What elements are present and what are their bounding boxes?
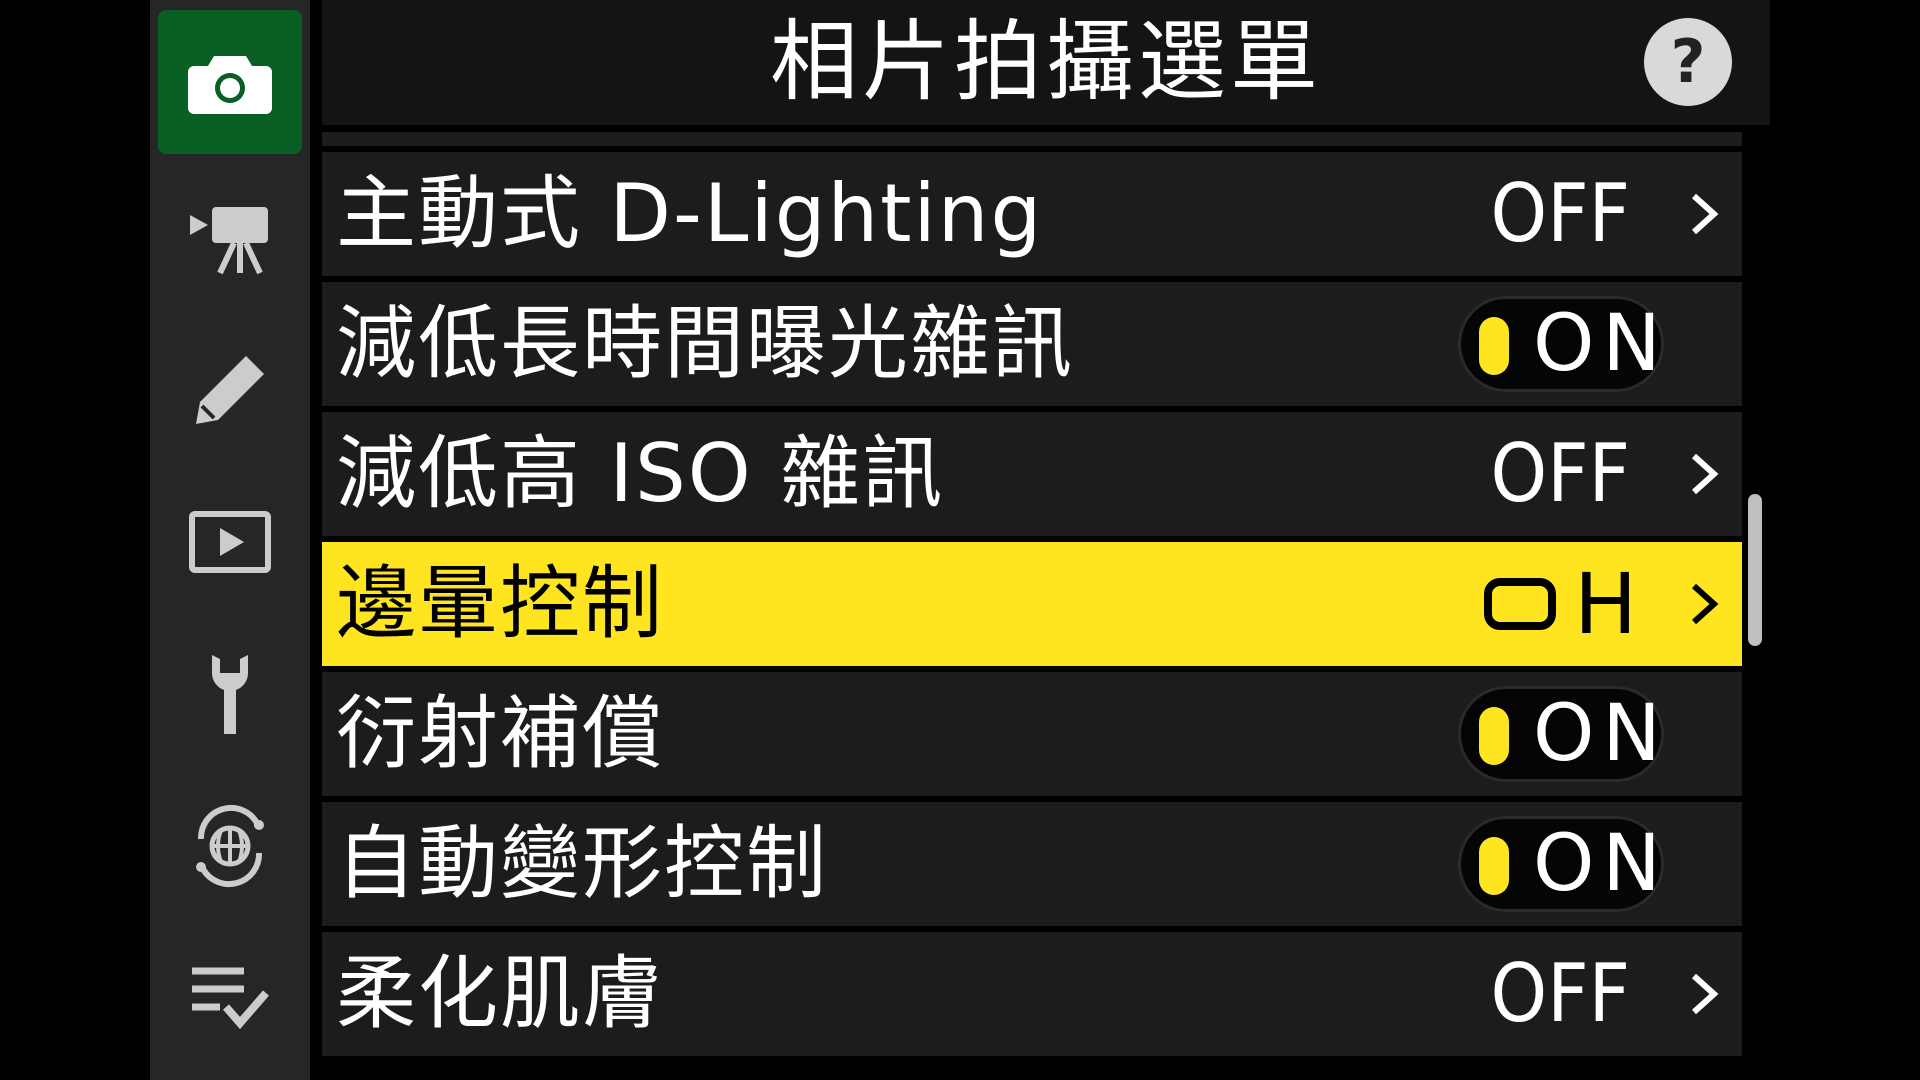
help-button[interactable]: ? xyxy=(1644,18,1732,106)
scrollbar[interactable] xyxy=(1748,494,1762,646)
menu-item-label: 衍射補償 xyxy=(336,687,664,780)
menu-item-label: 自動變形控制 xyxy=(336,817,828,910)
tab-my-menu[interactable] xyxy=(158,926,302,1070)
tab-movie-shooting[interactable] xyxy=(158,166,302,310)
camera-icon xyxy=(188,56,272,114)
menu-item-long-exposure-nr[interactable]: 減低長時間曝光雜訊 ON xyxy=(322,282,1742,406)
menu-item-high-iso-nr[interactable]: 減低高 ISO 雜訊 OFF xyxy=(322,412,1742,536)
menu-item-diffraction-compensation[interactable]: 衍射補償 ON xyxy=(322,672,1742,796)
tab-photo-shooting[interactable] xyxy=(158,10,302,154)
menu-item-vignette-control[interactable]: 邊暈控制 H xyxy=(322,542,1742,666)
toggle-value: ON xyxy=(1533,819,1669,909)
menu-header: 相片拍攝選單 ? xyxy=(322,0,1770,125)
chevron-right-icon xyxy=(1691,583,1719,625)
menu-item-label: 邊暈控制 xyxy=(336,557,664,650)
chevron-right-icon xyxy=(1691,453,1719,495)
camera-menu-screen: 相片拍攝選單 ? 主動式 D-Lighting OFF 減低長時間曝光雜訊 ON… xyxy=(0,0,1920,1080)
menu-item-label: 減低高 ISO 雜訊 xyxy=(336,427,945,520)
chevron-right-icon xyxy=(1691,973,1719,1015)
tab-setup[interactable] xyxy=(158,622,302,766)
toggle-switch[interactable]: ON xyxy=(1458,816,1664,912)
toggle-knob xyxy=(1479,837,1509,895)
menu-item-value: OFF xyxy=(1490,947,1630,1040)
menu-tab-rail xyxy=(150,0,310,1080)
menu-list: 主動式 D-Lighting OFF 減低長時間曝光雜訊 ON 減低高 ISO … xyxy=(322,132,1742,1080)
previous-row-edge xyxy=(322,132,1742,146)
toggle-knob xyxy=(1479,317,1509,375)
menu-item-label: 柔化肌膚 xyxy=(336,947,664,1040)
toggle-value: ON xyxy=(1533,689,1669,779)
pencil-icon xyxy=(196,356,264,424)
tab-network[interactable] xyxy=(158,774,302,918)
chevron-right-icon xyxy=(1691,193,1719,235)
toggle-knob xyxy=(1479,707,1509,765)
menu-item-label: 主動式 D-Lighting xyxy=(336,167,1044,260)
menu-item-auto-distortion-control[interactable]: 自動變形控制 ON xyxy=(322,802,1742,926)
toggle-switch[interactable]: ON xyxy=(1458,296,1664,392)
toggle-switch[interactable]: ON xyxy=(1458,686,1664,782)
menu-item-value: OFF xyxy=(1490,427,1630,520)
my-menu-icon xyxy=(192,967,270,1030)
menu-item-active-d-lighting[interactable]: 主動式 D-Lighting OFF xyxy=(322,152,1742,276)
vignette-level: H xyxy=(1574,555,1638,653)
page-title: 相片拍攝選單 xyxy=(769,10,1322,113)
playback-icon xyxy=(189,511,271,573)
menu-item-skin-softening[interactable]: 柔化肌膚 OFF xyxy=(322,932,1742,1056)
tab-custom-settings[interactable] xyxy=(158,318,302,462)
wrench-icon xyxy=(211,655,249,734)
vignette-icon xyxy=(1484,578,1556,630)
menu-item-label: 減低長時間曝光雜訊 xyxy=(336,297,1074,390)
menu-item-value: H xyxy=(1484,542,1637,666)
toggle-value: ON xyxy=(1533,299,1669,389)
menu-item-value: OFF xyxy=(1490,167,1630,260)
tab-playback[interactable] xyxy=(158,470,302,614)
movie-camera-icon xyxy=(190,207,268,275)
network-globe-icon xyxy=(196,804,264,888)
